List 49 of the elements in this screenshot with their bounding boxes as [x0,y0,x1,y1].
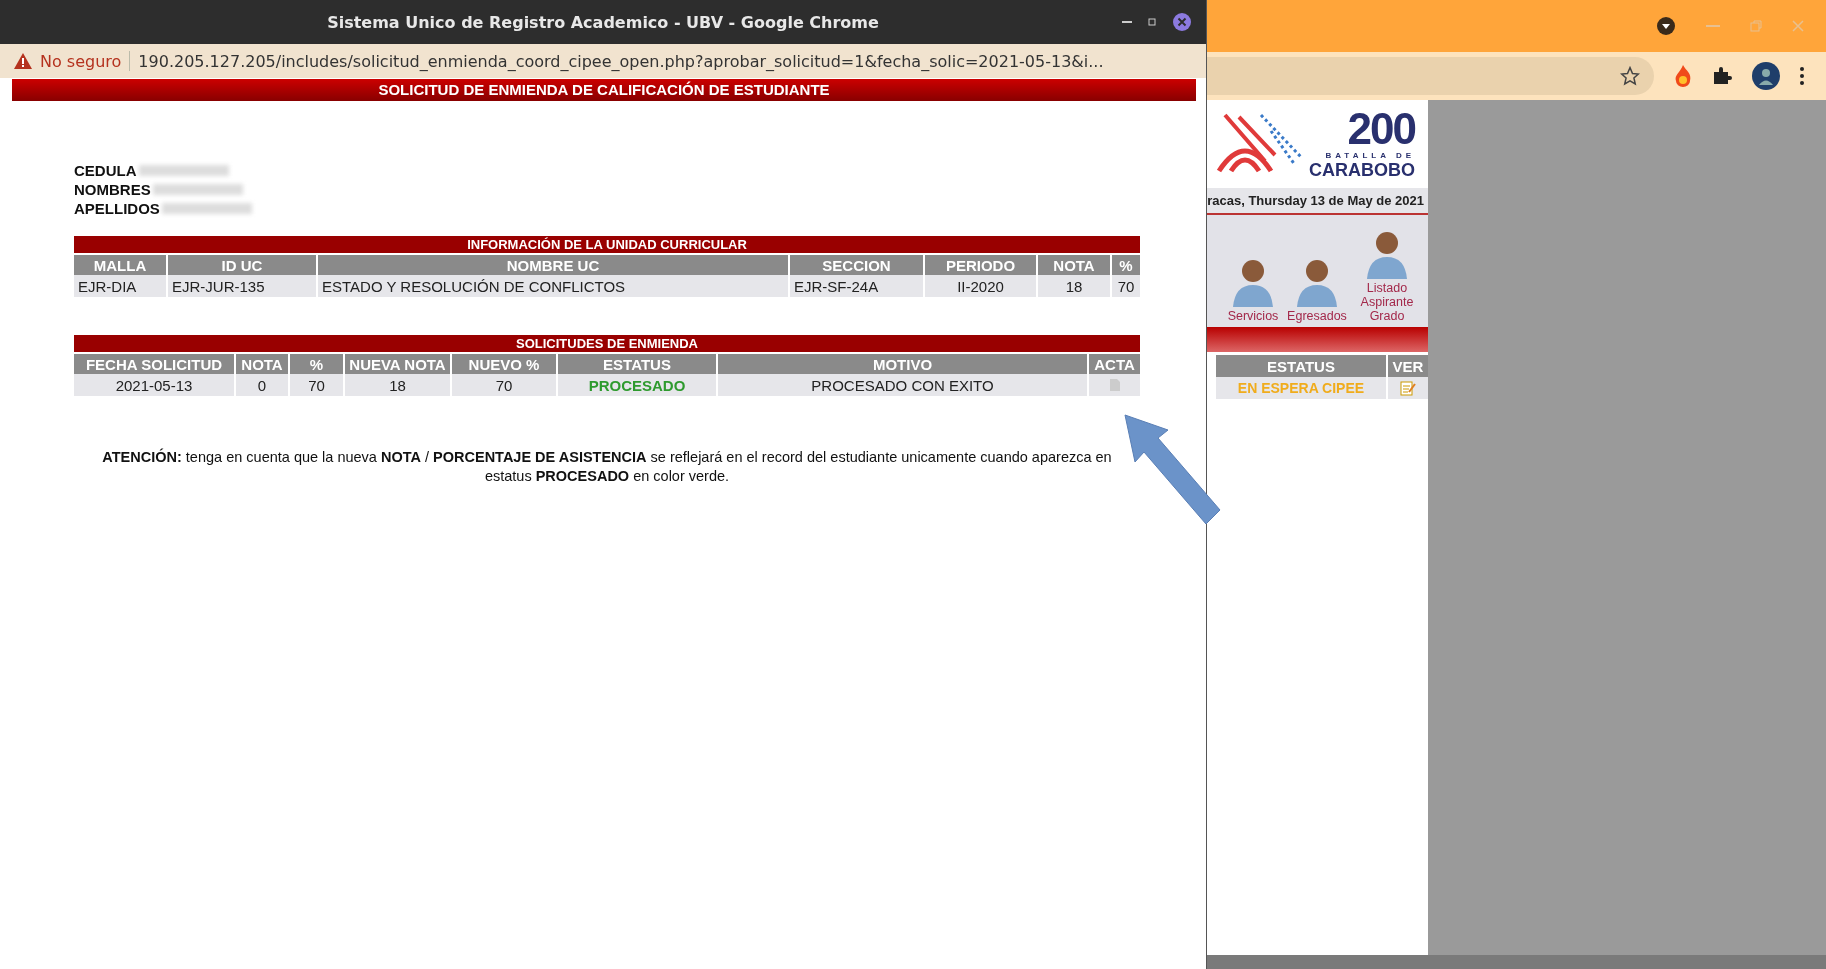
table-cell: EJR-JUR-135 [167,275,317,297]
column-header: VER [1388,355,1428,377]
table-cell: II-2020 [924,275,1037,297]
page-title: SOLICITUD DE ENMIENDA DE CALIFICACIÓN DE ESTUDIANTE [12,79,1196,101]
column-header: NOMBRE UC [317,254,789,275]
column-header: FECHA SOLICITUD [74,353,235,374]
table-cell: PROCESADO CON EXITO [717,374,1088,396]
table-cell: EJR-SF-24A [789,275,924,297]
column-header: ESTATUS [1216,355,1386,377]
field-label: NOMBRES [74,181,151,198]
notice-text: ATENCIÓN: tenga en cuenta que la nueva NOTA / PORCENTAJE DE ASISTENCIA se reflejará en el record del estudiante unicamente cuando aparezca en estatus PROCESADO en color verde. [101,448,1113,486]
avatar-icon[interactable] [1752,62,1780,90]
status-cell: EN ESPERA CIPEE [1216,377,1386,399]
close-icon[interactable] [1172,12,1192,32]
table-title: INFORMACIÓN DE LA UNIDAD CURRICULAR [74,236,1141,254]
warning-icon [14,53,32,69]
table-cell: ESTADO Y RESOLUCIÓN DE CONFLICTOS [317,275,789,297]
logo-text: BATALLA DE [1325,151,1415,160]
security-label[interactable]: No seguro [40,51,122,71]
table-cell: EJR-DIA [74,275,167,297]
table-cell: 0 [235,374,289,396]
table-cell: 70 [451,374,557,396]
minimize-icon[interactable] [1122,20,1132,24]
table-cell: 2021-05-13 [74,374,235,396]
table-title: SOLICITUDES DE ENMIENDA [74,335,1140,353]
table-cell: 18 [344,374,451,396]
menu-icon[interactable] [1800,67,1804,85]
edit-icon[interactable] [1400,380,1416,396]
field-label: APELLIDOS [74,200,160,217]
table-cell: 70 [1111,275,1141,297]
menu-link[interactable]: Listado Aspirante Grado [1356,227,1418,323]
logo-number: 200 [1347,107,1415,151]
logo-text: CARABOBO [1309,160,1415,181]
dropdown-icon[interactable] [1656,16,1676,36]
url-text[interactable]: 190.205.127.205/includes/solicitud_enmienda_coord_cipee_open.php?aprobar_solicitud=1&fecha_solic=2021-05-13&i... [138,51,1104,71]
restore-icon[interactable] [1148,18,1156,26]
column-header: MOTIVO [717,353,1088,374]
column-header: MALLA [74,254,167,275]
table-cell: 18 [1037,275,1111,297]
menu-link[interactable]: Servicios [1228,255,1278,323]
puzzle-icon[interactable] [1712,66,1732,86]
table-cell: 70 [289,374,344,396]
field-label: CEDULA [74,162,137,179]
status-cell: PROCESADO [557,374,717,396]
date-text: racas, Thursday 13 de May de 2021 [1207,193,1424,208]
window-title: Sistema Unico de Registro Academico - UBV - Google Chrome [327,12,879,32]
star-icon[interactable] [1620,66,1640,86]
menu-link[interactable]: Egresados [1286,255,1348,323]
flame-icon[interactable] [1674,65,1692,87]
